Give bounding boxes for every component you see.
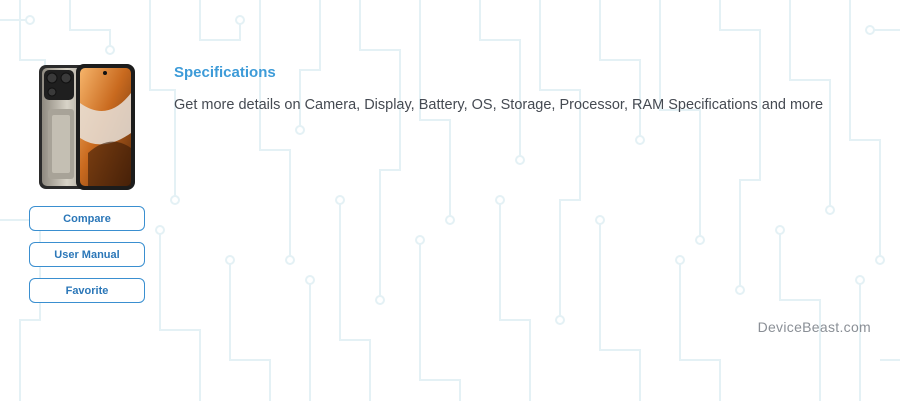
compare-button-label: Compare: [63, 212, 111, 225]
specifications-link[interactable]: Specifications: [174, 64, 276, 81]
phone-image: [39, 64, 135, 190]
favorite-button-label: Favorite: [65, 284, 109, 297]
site-watermark: DeviceBeast.com: [757, 319, 871, 335]
specifications-description: Get more details on Camera, Display, Bat…: [174, 97, 824, 113]
user-manual-button[interactable]: User Manual: [29, 242, 145, 267]
circuit-background: [0, 0, 900, 401]
compare-button[interactable]: Compare: [29, 206, 145, 231]
user-manual-button-label: User Manual: [54, 248, 120, 261]
favorite-button[interactable]: Favorite: [29, 278, 145, 303]
